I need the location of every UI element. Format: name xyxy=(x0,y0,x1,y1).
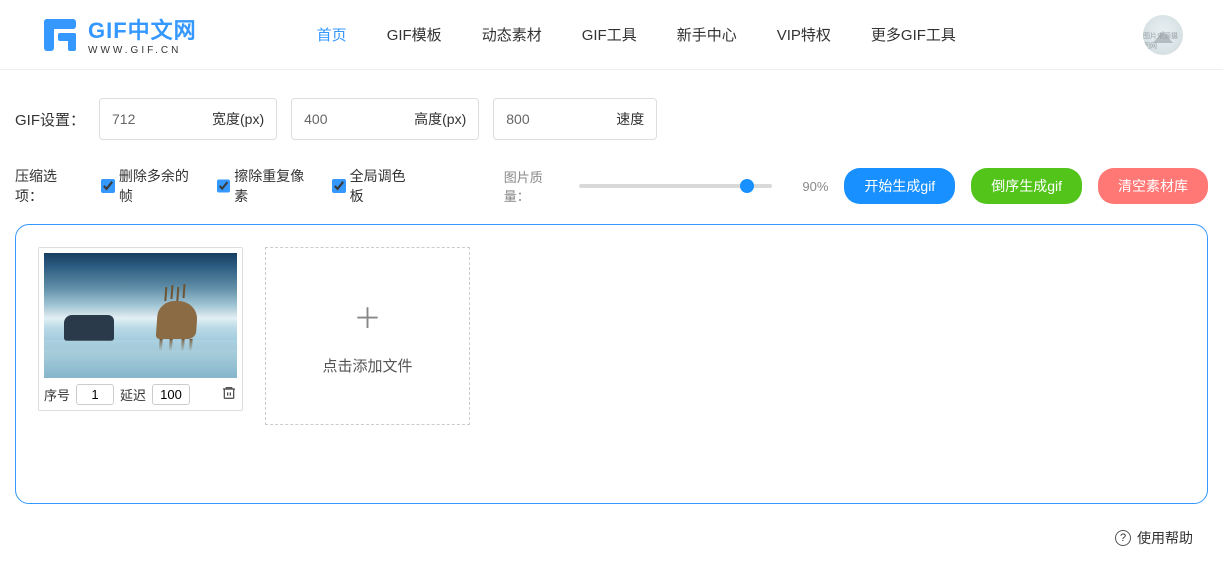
logo-sub: WWW.GIF.CN xyxy=(88,45,197,56)
nav-home[interactable]: 首页 xyxy=(317,24,347,45)
quality-block: 图片质量： 90% xyxy=(504,167,829,205)
add-file-label: 点击添加文件 xyxy=(322,355,412,376)
reverse-generate-button[interactable]: 倒序生成gif xyxy=(971,168,1082,204)
width-input-group: 宽度(px) xyxy=(99,98,277,140)
delay-input[interactable] xyxy=(152,384,190,405)
width-input[interactable] xyxy=(112,111,192,127)
nav-vip[interactable]: VIP特权 xyxy=(777,24,831,45)
nav-tools[interactable]: GIF工具 xyxy=(582,24,637,45)
help-footer[interactable]: ? 使用帮助 xyxy=(0,524,1223,558)
seq-input[interactable] xyxy=(76,384,114,405)
gif-settings-bar: GIF设置： 宽度(px) 高度(px) 速度 xyxy=(0,70,1223,160)
chk-global-palette-label: 全局调色板 xyxy=(350,166,418,206)
speed-input[interactable] xyxy=(506,111,596,127)
quality-label: 图片质量： xyxy=(504,167,567,205)
frame-thumbnail xyxy=(44,253,237,378)
main-nav: 首页 GIF模板 动态素材 GIF工具 新手中心 VIP特权 更多GIF工具 xyxy=(317,24,1143,45)
thumb-deer-shape xyxy=(156,301,199,339)
chk-global-palette-input[interactable] xyxy=(332,179,346,193)
nav-help-center[interactable]: 新手中心 xyxy=(677,24,737,45)
nav-materials[interactable]: 动态素材 xyxy=(482,24,542,45)
site-logo[interactable]: GIF中文网 WWW.GIF.CN xyxy=(40,13,197,56)
chk-global-palette[interactable]: 全局调色板 xyxy=(332,166,418,206)
plus-icon: ＋ xyxy=(353,297,381,337)
help-label: 使用帮助 xyxy=(1137,528,1193,548)
start-generate-button[interactable]: 开始生成gif xyxy=(844,168,955,204)
chk-erase-dup-label: 擦除重复像素 xyxy=(234,166,316,206)
delete-frame-icon[interactable] xyxy=(221,385,237,404)
height-input-group: 高度(px) xyxy=(291,98,479,140)
chk-remove-extra-label: 删除多余的帧 xyxy=(119,166,201,206)
avatar-watermark: 图片来源摄图网 xyxy=(1143,31,1183,55)
delay-label: 延迟 xyxy=(120,385,146,404)
compress-label: 压缩选项： xyxy=(15,166,83,206)
settings-label: GIF设置： xyxy=(15,109,85,130)
nav-templates[interactable]: GIF模板 xyxy=(387,24,442,45)
logo-main: GIF中文网 xyxy=(88,13,197,45)
add-file-card[interactable]: ＋ 点击添加文件 xyxy=(265,247,470,425)
logo-icon xyxy=(40,15,80,55)
help-icon: ? xyxy=(1115,530,1131,546)
seq-label: 序号 xyxy=(44,385,70,404)
thumb-sled-shape xyxy=(64,315,114,341)
chk-erase-dup[interactable]: 擦除重复像素 xyxy=(217,166,316,206)
action-buttons: 开始生成gif 倒序生成gif 清空素材库 xyxy=(844,168,1208,204)
user-avatar[interactable]: 图片来源摄图网 xyxy=(1143,15,1183,55)
nav-more-tools[interactable]: 更多GIF工具 xyxy=(871,24,956,45)
frames-panel: 序号 延迟 ＋ 点击添加文件 xyxy=(15,224,1208,504)
quality-slider[interactable] xyxy=(579,184,773,188)
logo-text: GIF中文网 WWW.GIF.CN xyxy=(88,13,197,56)
frame-meta: 序号 延迟 xyxy=(44,378,237,405)
quality-value-display: 90% xyxy=(802,179,828,194)
chk-remove-extra[interactable]: 删除多余的帧 xyxy=(101,166,200,206)
frame-card-1[interactable]: 序号 延迟 xyxy=(38,247,243,411)
clear-library-button[interactable]: 清空素材库 xyxy=(1098,168,1208,204)
height-input[interactable] xyxy=(304,111,394,127)
site-header: GIF中文网 WWW.GIF.CN 首页 GIF模板 动态素材 GIF工具 新手… xyxy=(0,0,1223,70)
speed-input-group: 速度 xyxy=(493,98,657,140)
height-suffix: 高度(px) xyxy=(414,109,466,129)
chk-remove-extra-input[interactable] xyxy=(101,179,115,193)
speed-suffix: 速度 xyxy=(616,109,644,129)
compress-options-row: 压缩选项： 删除多余的帧 擦除重复像素 全局调色板 图片质量： 90% 开始生成… xyxy=(0,160,1223,224)
chk-erase-dup-input[interactable] xyxy=(217,179,231,193)
width-suffix: 宽度(px) xyxy=(212,109,264,129)
